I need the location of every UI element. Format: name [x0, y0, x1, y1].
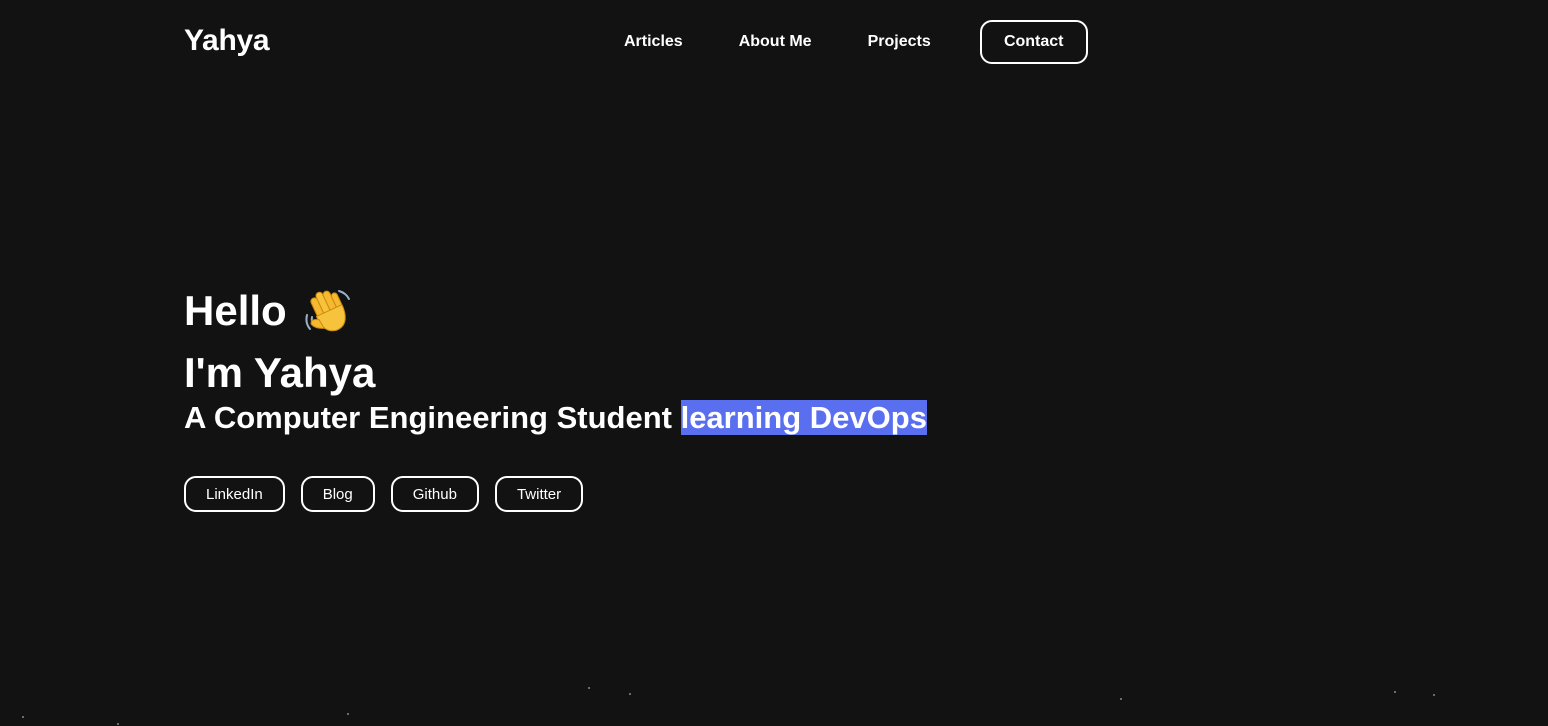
social-links: LinkedIn Blog Github Twitter	[184, 476, 927, 512]
name-heading: I'm Yahya	[184, 349, 376, 396]
hero-section: Hello I'm Yahya A Computer Engineering S…	[184, 284, 927, 512]
site-logo[interactable]: Yahya	[184, 24, 270, 58]
main-nav: Articles About Me Projects Contact	[596, 20, 1088, 64]
star-dot	[1120, 698, 1122, 700]
star-dot	[22, 716, 24, 718]
nav-articles-link[interactable]: Articles	[596, 20, 711, 64]
tagline-highlight: learning DevOps	[680, 400, 927, 435]
greeting-heading: Hello	[184, 284, 927, 338]
star-dot	[1433, 694, 1435, 696]
nav-projects-link[interactable]: Projects	[840, 20, 959, 64]
contact-button[interactable]: Contact	[979, 20, 1088, 64]
star-dot	[588, 687, 590, 689]
tagline: A Computer Engineering Student learning …	[184, 398, 927, 438]
star-dot	[117, 723, 119, 725]
star-dot	[629, 693, 631, 695]
greeting-text: Hello	[184, 287, 287, 334]
waving-hand-icon	[301, 285, 353, 337]
nav-about-link[interactable]: About Me	[711, 20, 840, 64]
star-dot	[347, 713, 349, 715]
tagline-prefix: A Computer Engineering Student	[184, 400, 681, 435]
blog-button[interactable]: Blog	[300, 476, 375, 512]
github-button[interactable]: Github	[390, 476, 479, 512]
linkedin-button[interactable]: LinkedIn	[184, 476, 285, 512]
portfolio-page: Yahya Articles About Me Projects Contact…	[0, 0, 1548, 726]
star-dot	[1394, 691, 1396, 693]
twitter-button[interactable]: Twitter	[494, 476, 584, 512]
